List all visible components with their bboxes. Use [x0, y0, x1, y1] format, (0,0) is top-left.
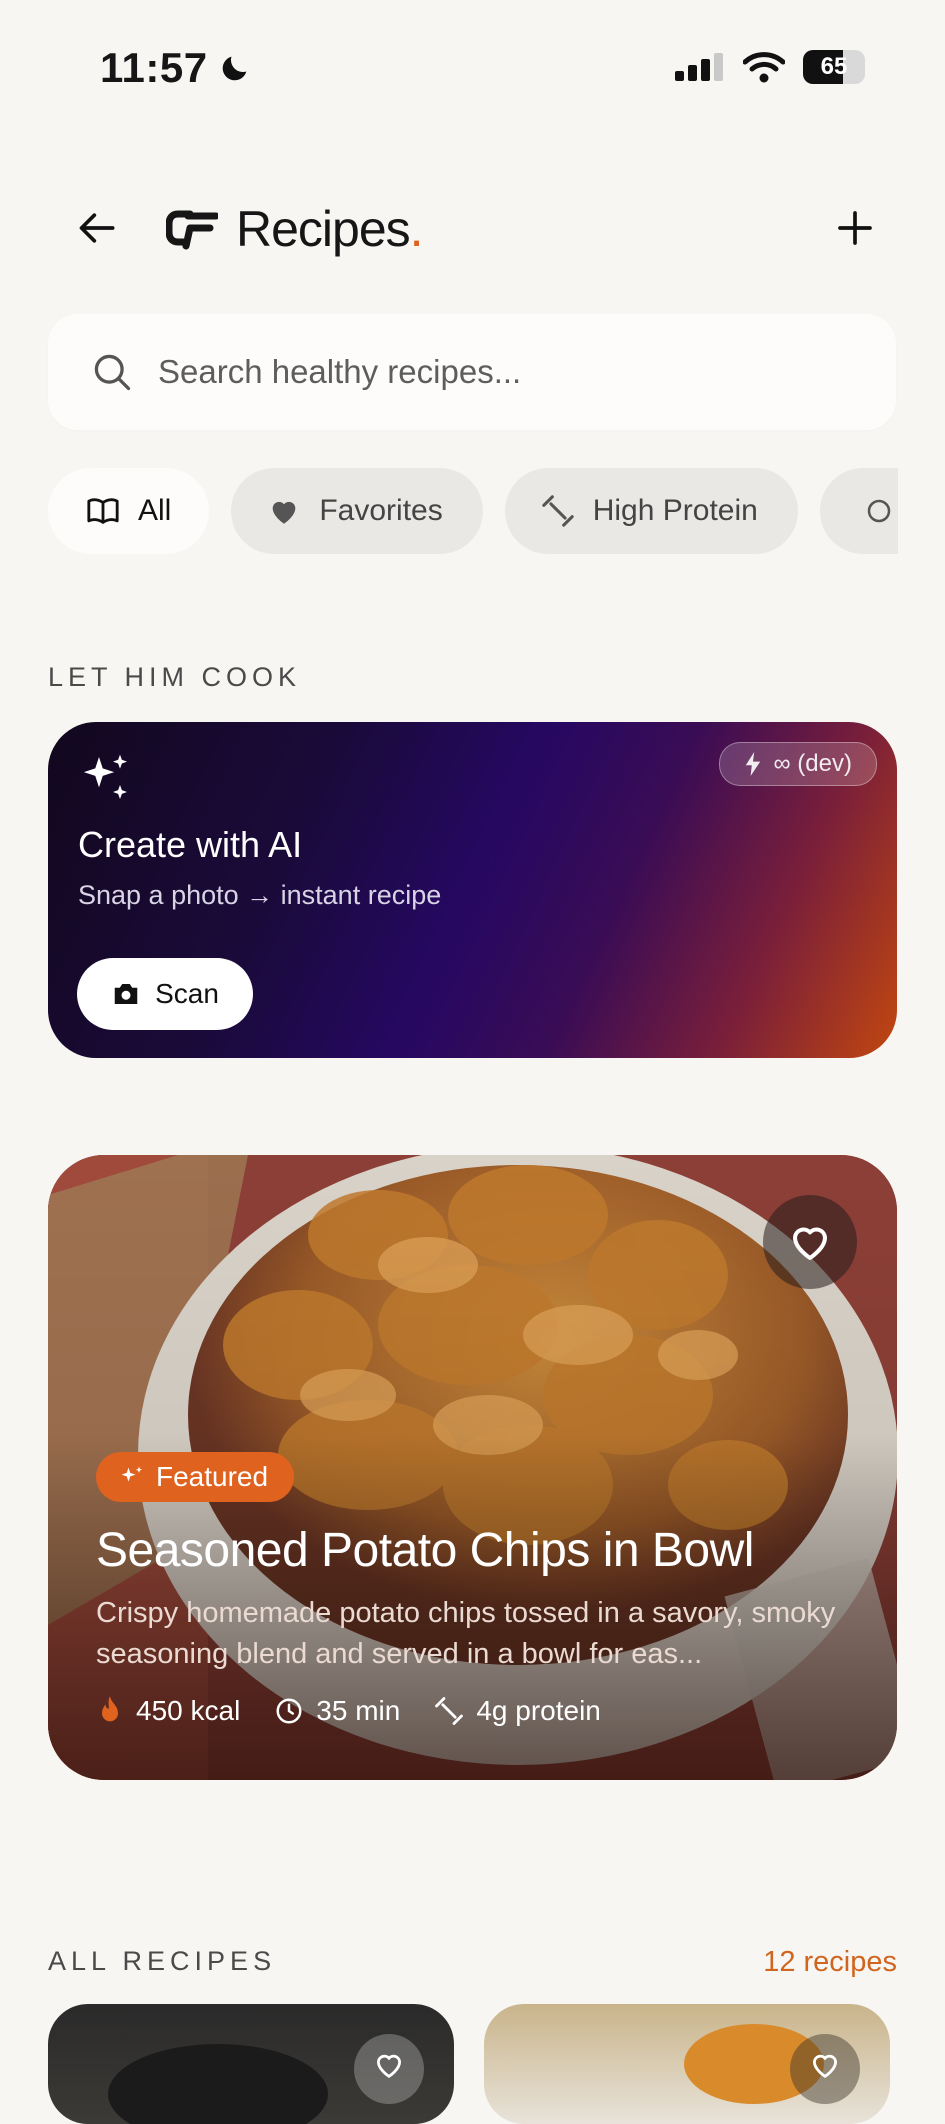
wifi-icon	[743, 52, 785, 83]
featured-recipe-stats: 450 kcal 35 min 4g protein	[96, 1695, 601, 1727]
scan-button-label: Scan	[155, 978, 219, 1009]
search-icon	[94, 354, 131, 391]
search-bar[interactable]	[48, 314, 896, 430]
ai-card-title: Create with AI	[78, 824, 303, 865]
recipe-card[interactable]	[48, 2004, 454, 2124]
scan-button[interactable]: Scan	[77, 958, 253, 1030]
lightning-icon	[745, 752, 760, 776]
ai-quota-label: ∞ (dev)	[773, 750, 852, 777]
status-time: 11:57	[100, 44, 208, 91]
filter-chips: All Favorites High Protein	[48, 468, 898, 556]
favorite-button[interactable]	[354, 2034, 424, 2104]
search-input[interactable]	[156, 352, 840, 392]
filter-chip-more[interactable]	[819, 468, 898, 554]
back-button[interactable]	[70, 200, 126, 256]
sparkles-icon	[121, 1466, 143, 1482]
sparkles-icon	[83, 754, 127, 799]
featured-recipe-title: Seasoned Potato Chips in Bowl	[96, 1524, 754, 1577]
salad-icon	[867, 499, 891, 523]
recipes-count: 12 recipes	[763, 1946, 897, 1978]
dumbbell-icon	[435, 1697, 464, 1725]
arrow-left-icon	[79, 213, 115, 243]
status-time-group: 11:57	[100, 44, 252, 92]
stat-calories: 450 kcal	[96, 1695, 240, 1727]
create-with-ai-card[interactable]: Create with AI Snap a photo → instant re…	[48, 722, 897, 1058]
ai-card-subtitle: Snap a photo → instant recipe	[78, 880, 442, 910]
dumbbell-icon	[541, 495, 574, 527]
filter-chip-all[interactable]: All	[48, 468, 210, 554]
app-logo-icon	[166, 210, 218, 250]
filter-chip-high-protein[interactable]: High Protein	[504, 468, 798, 554]
camera-icon	[114, 984, 138, 1004]
stat-time: 35 min	[274, 1695, 400, 1727]
heart-outline-icon	[812, 2054, 838, 2079]
page-title: Recipes.	[236, 201, 424, 257]
section-label-cook: LET HIM COOK	[48, 662, 302, 692]
section-label-all-recipes: ALL RECIPES	[48, 1946, 277, 1976]
battery-indicator: 65	[803, 50, 865, 84]
recipe-card[interactable]	[484, 2004, 890, 2124]
add-recipe-button[interactable]	[827, 200, 883, 256]
heart-icon	[273, 501, 296, 524]
heart-outline-icon	[376, 2054, 402, 2079]
favorite-button[interactable]	[763, 1195, 857, 1289]
featured-recipe-description: Crispy homemade potato chips tossed in a…	[96, 1597, 836, 1670]
cellular-signal-icon	[675, 53, 723, 81]
favorite-button[interactable]	[790, 2034, 860, 2104]
status-indicators: 65	[675, 50, 865, 84]
featured-recipe-card[interactable]: Featured Seasoned Potato Chips in Bowl C…	[48, 1155, 897, 1780]
filter-chip-label: Favorites	[319, 494, 443, 527]
battery-level: 65	[820, 53, 848, 80]
flame-icon	[102, 1696, 118, 1722]
filter-chip-label: All	[138, 494, 172, 527]
ai-quota-badge: ∞ (dev)	[718, 742, 877, 786]
heart-outline-icon	[793, 1227, 827, 1260]
book-open-icon	[87, 498, 119, 524]
stat-protein: 4g protein	[434, 1695, 601, 1727]
clock-icon	[276, 1698, 302, 1724]
filter-chip-favorites[interactable]: Favorites	[231, 468, 483, 554]
featured-badge: Featured	[96, 1452, 295, 1502]
filter-chip-label: High Protein	[592, 494, 758, 527]
featured-badge-label: Featured	[156, 1461, 269, 1492]
plus-icon	[838, 211, 872, 245]
moon-icon	[222, 56, 246, 81]
